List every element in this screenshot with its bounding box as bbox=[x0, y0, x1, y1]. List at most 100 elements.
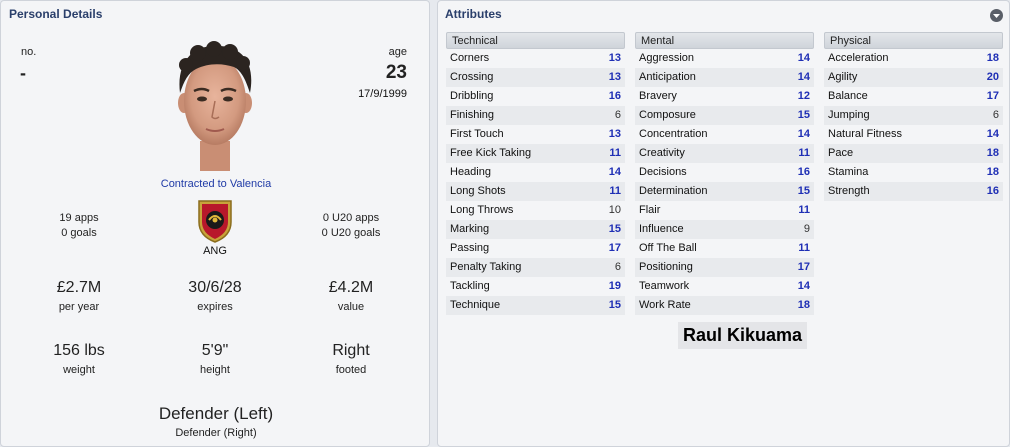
attribute-name: Jumping bbox=[828, 109, 870, 121]
weight-block: 156 lbs weight bbox=[29, 342, 129, 376]
attribute-row[interactable]: Flair 11 bbox=[635, 201, 814, 220]
attribute-row[interactable]: Stamina 18 bbox=[824, 163, 1003, 182]
attribute-row[interactable]: Tackling 19 bbox=[446, 277, 625, 296]
attribute-value: 6 bbox=[614, 109, 621, 121]
value-label: value bbox=[337, 301, 365, 313]
attributes-panel: Attributes Technical Corners 13 Crossing 13… bbox=[437, 0, 1010, 447]
wage-label: per year bbox=[58, 301, 100, 313]
attribute-name: Stamina bbox=[828, 166, 869, 178]
attribute-row[interactable]: Determination 15 bbox=[635, 182, 814, 201]
attribute-row[interactable]: Free Kick Taking 11 bbox=[446, 144, 625, 163]
attribute-row[interactable]: Penalty Taking 6 bbox=[446, 258, 625, 277]
attribute-row[interactable]: Teamwork 14 bbox=[635, 277, 814, 296]
attribute-row[interactable]: Finishing 6 bbox=[446, 106, 625, 125]
attribute-row[interactable]: Influence 9 bbox=[635, 220, 814, 239]
angola-badge-icon[interactable] bbox=[195, 198, 235, 244]
age-label: age bbox=[388, 46, 407, 58]
attribute-row[interactable]: Pace 18 bbox=[824, 144, 1003, 163]
attribute-row[interactable]: Heading 14 bbox=[446, 163, 625, 182]
height-block: 5'9" height bbox=[165, 342, 265, 376]
attribute-value: 17 bbox=[986, 90, 999, 102]
attribute-value: 12 bbox=[797, 90, 810, 102]
attribute-value: 14 bbox=[797, 71, 810, 83]
attribute-value: 11 bbox=[798, 204, 810, 216]
wage-block: £2.7M per year bbox=[29, 279, 129, 313]
attribute-row[interactable]: Positioning 17 bbox=[635, 258, 814, 277]
attribute-row[interactable]: Passing 17 bbox=[446, 239, 625, 258]
attribute-value: 18 bbox=[986, 147, 999, 159]
height-label: height bbox=[200, 364, 230, 376]
attribute-row[interactable]: Marking 15 bbox=[446, 220, 625, 239]
attribute-value: 17 bbox=[608, 242, 621, 254]
expires-block: 30/6/28 expires bbox=[165, 279, 265, 313]
attribute-name: Influence bbox=[639, 223, 684, 235]
attribute-value: 11 bbox=[798, 147, 810, 159]
attribute-row[interactable]: Natural Fitness 14 bbox=[824, 125, 1003, 144]
attribute-value: 15 bbox=[797, 109, 810, 121]
weight-label: weight bbox=[63, 364, 95, 376]
attribute-row[interactable]: Balance 17 bbox=[824, 87, 1003, 106]
physical-list: Acceleration 18 Agility 20 Balance 17 Jumping 6… bbox=[824, 49, 1003, 201]
attribute-value: 20 bbox=[986, 71, 999, 83]
attribute-value: 14 bbox=[797, 128, 810, 140]
attribute-row[interactable]: Crossing 13 bbox=[446, 68, 625, 87]
attribute-name: Agility bbox=[828, 71, 858, 83]
transfer-value: £4.2M bbox=[328, 279, 374, 296]
attribute-value: 18 bbox=[797, 299, 810, 311]
attribute-row[interactable]: Creativity 11 bbox=[635, 144, 814, 163]
attribute-row[interactable]: Composure 15 bbox=[635, 106, 814, 125]
attribute-name: Flair bbox=[639, 204, 661, 216]
attribute-row[interactable]: Concentration 14 bbox=[635, 125, 814, 144]
attribute-name: Creativity bbox=[639, 147, 685, 159]
attribute-name: Marking bbox=[450, 223, 490, 235]
wage-value: £2.7M bbox=[56, 279, 102, 296]
attribute-row[interactable]: First Touch 13 bbox=[446, 125, 625, 144]
attribute-value: 18 bbox=[986, 166, 999, 178]
attribute-row[interactable]: Bravery 12 bbox=[635, 87, 814, 106]
attribute-row[interactable]: Long Throws 10 bbox=[446, 201, 625, 220]
attribute-name: Dribbling bbox=[450, 90, 494, 102]
personal-details-title: Personal Details bbox=[9, 7, 103, 21]
attribute-name: Long Shots bbox=[450, 185, 506, 197]
attribute-row[interactable]: Off The Ball 11 bbox=[635, 239, 814, 258]
attribute-row[interactable]: Work Rate 18 bbox=[635, 296, 814, 315]
attribute-name: Balance bbox=[828, 90, 868, 102]
attribute-row[interactable]: Long Shots 11 bbox=[446, 182, 625, 201]
attribute-row[interactable]: Anticipation 14 bbox=[635, 68, 814, 87]
chevron-down-icon bbox=[993, 14, 1000, 18]
senior-stats: 19 apps 0 goals bbox=[29, 212, 129, 239]
primary-position: Defender (Left) bbox=[158, 404, 274, 423]
attribute-value: 14 bbox=[797, 52, 810, 64]
attribute-name: Corners bbox=[450, 52, 490, 64]
attribute-row[interactable]: Technique 15 bbox=[446, 296, 625, 315]
u20-apps-count: 0 U20 apps bbox=[322, 212, 380, 224]
attribute-row[interactable]: Acceleration 18 bbox=[824, 49, 1003, 68]
date-of-birth: 17/9/1999 bbox=[358, 88, 407, 100]
attribute-value: 16 bbox=[608, 90, 621, 102]
contract-link[interactable]: Contracted to Valencia bbox=[1, 178, 431, 190]
secondary-position: Defender (Right) bbox=[175, 427, 257, 439]
attribute-name: Teamwork bbox=[639, 280, 690, 292]
attribute-value: 14 bbox=[797, 280, 810, 292]
attribute-value: 13 bbox=[608, 128, 621, 140]
physical-header: Physical bbox=[824, 32, 1003, 49]
attribute-value: 11 bbox=[609, 147, 621, 159]
u20-stats: 0 U20 apps 0 U20 goals bbox=[301, 212, 401, 239]
attribute-row[interactable]: Dribbling 16 bbox=[446, 87, 625, 106]
attribute-row[interactable]: Strength 16 bbox=[824, 182, 1003, 201]
attribute-row[interactable]: Agility 20 bbox=[824, 68, 1003, 87]
attribute-value: 19 bbox=[608, 280, 621, 292]
attribute-row[interactable]: Aggression 14 bbox=[635, 49, 814, 68]
apps-count: 19 apps bbox=[59, 212, 99, 224]
mental-column: Mental Aggression 14 Anticipation 14 Bravery… bbox=[635, 32, 814, 315]
attribute-row[interactable]: Decisions 16 bbox=[635, 163, 814, 182]
mental-header: Mental bbox=[635, 32, 814, 49]
collapse-panel-button[interactable] bbox=[990, 9, 1003, 22]
attribute-name: Off The Ball bbox=[639, 242, 697, 254]
attribute-row[interactable]: Jumping 6 bbox=[824, 106, 1003, 125]
attribute-name: Heading bbox=[450, 166, 491, 178]
attribute-value: 15 bbox=[797, 185, 810, 197]
attribute-row[interactable]: Corners 13 bbox=[446, 49, 625, 68]
attribute-name: Composure bbox=[639, 109, 696, 121]
attribute-name: Crossing bbox=[450, 71, 494, 83]
